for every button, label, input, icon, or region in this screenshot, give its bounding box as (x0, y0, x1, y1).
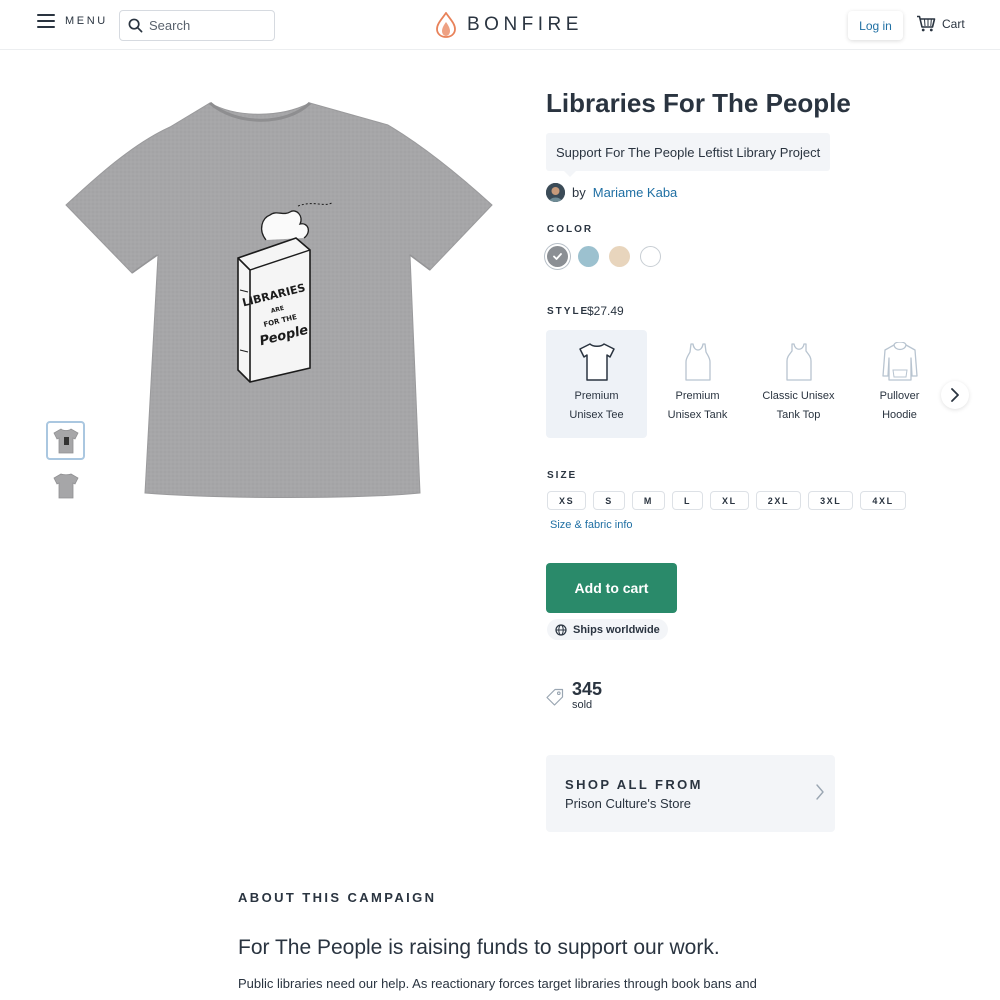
sold-label: sold (572, 699, 593, 711)
thumbnail-tee-back-icon (52, 473, 79, 498)
thumbnail-tee-icon (52, 428, 79, 453)
shop-all-store-link[interactable]: SHOP ALL FROM Prison Culture's Store (546, 755, 835, 832)
search-box[interactable] (119, 10, 275, 41)
size-option-xs[interactable]: XS (547, 491, 587, 510)
thumbnail-back[interactable] (46, 466, 85, 505)
avatar[interactable] (546, 183, 565, 202)
style-name-line1: Premium (574, 390, 619, 402)
size-option-2xl[interactable]: 2XL (755, 491, 802, 510)
style-option-premium-unisex-tee[interactable]: Premium Unisex Tee (546, 330, 647, 438)
color-swatch-heather-blue[interactable] (578, 246, 599, 267)
size-option-m[interactable]: M (631, 491, 665, 510)
hamburger-icon (37, 14, 55, 28)
ships-worldwide-badge: Ships worldwide (547, 619, 668, 640)
color-label: COLOR (547, 224, 594, 235)
color-swatch-tan[interactable] (609, 246, 630, 267)
size-options: XS S M L XL 2XL 3XL 4XL (547, 491, 906, 510)
product-main-image[interactable]: LIBRARIES ARE FOR THE People (60, 95, 500, 505)
size-option-3xl[interactable]: 3XL (808, 491, 854, 510)
product-subtitle: Support For The People Leftist Library P… (546, 133, 831, 177)
search-input[interactable] (149, 18, 269, 33)
hoodie-icon (881, 342, 918, 381)
menu-button[interactable]: MENU (37, 14, 108, 28)
style-option-pullover-hoodie[interactable]: Pullover Hoodie (849, 330, 950, 438)
style-label: STYLE (547, 306, 590, 317)
about-heading: For The People is raising funds to suppo… (238, 936, 720, 959)
cart-icon (917, 15, 936, 32)
top-nav: MENU BONFIRE Log in Cart (0, 0, 1000, 50)
sold-count: 345 (572, 679, 603, 699)
add-to-cart-button[interactable]: Add to cart (546, 563, 677, 613)
author-link[interactable]: Mariame Kaba (593, 185, 678, 200)
about-section-label: ABOUT THIS CAMPAIGN (238, 890, 437, 905)
style-name-line1: Premium (675, 390, 720, 402)
color-swatch-white[interactable] (640, 246, 661, 267)
color-swatches (547, 246, 661, 267)
tshirt-image: LIBRARIES ARE FOR THE People (65, 101, 493, 498)
style-name-line2: Hoodie (882, 409, 917, 421)
ships-label: Ships worldwide (573, 623, 660, 636)
style-name-line1: Pullover (879, 390, 920, 402)
author-byline: by Mariame Kaba (546, 183, 677, 202)
style-option-classic-unisex-tank-top[interactable]: Classic Unisex Tank Top (748, 330, 849, 438)
shop-all-store-name: Prison Culture's Store (565, 796, 692, 811)
bonfire-logo[interactable]: BONFIRE (435, 12, 583, 38)
size-option-l[interactable]: L (671, 491, 704, 510)
style-name-line2: Unisex Tee (569, 409, 624, 421)
tank-icon (684, 343, 711, 381)
cart-label: Cart (942, 16, 965, 31)
style-options: Premium Unisex Tee Premium Unisex Tank Cla… (546, 330, 950, 438)
cart-button[interactable]: Cart (916, 15, 965, 32)
styles-next-button[interactable] (941, 381, 969, 409)
product-title: Libraries For The People (546, 88, 851, 118)
menu-label: MENU (65, 15, 108, 27)
product-price: $27.49 (587, 304, 624, 318)
size-option-xl[interactable]: XL (710, 491, 749, 510)
tee-icon (578, 343, 615, 381)
shop-all-title: SHOP ALL FROM (565, 777, 703, 792)
tag-icon (546, 688, 564, 706)
style-name-line2: Tank Top (776, 409, 821, 421)
logo-text: BONFIRE (467, 14, 583, 35)
chevron-right-icon (951, 388, 959, 402)
tank-top-icon (785, 343, 812, 381)
style-name-line1: Classic Unisex (762, 390, 835, 402)
style-option-premium-unisex-tank[interactable]: Premium Unisex Tank (647, 330, 748, 438)
size-option-4xl[interactable]: 4XL (860, 491, 906, 510)
style-name-line2: Unisex Tank (667, 409, 728, 421)
check-icon (553, 253, 562, 260)
by-prefix: by (572, 185, 586, 200)
chevron-right-icon (816, 784, 824, 800)
size-option-s[interactable]: S (593, 491, 625, 510)
color-swatch-heather-grey[interactable] (547, 246, 568, 267)
size-fabric-info-link[interactable]: Size & fabric info (550, 519, 633, 531)
search-icon (128, 18, 143, 33)
about-body-text: Public libraries need our help. As react… (238, 976, 757, 991)
globe-icon (555, 623, 567, 636)
sold-counter: 345 sold (546, 679, 602, 711)
size-label: SIZE (547, 470, 578, 481)
login-button[interactable]: Log in (848, 11, 903, 40)
flame-logo-icon (436, 12, 456, 38)
thumbnail-front[interactable] (46, 421, 85, 460)
